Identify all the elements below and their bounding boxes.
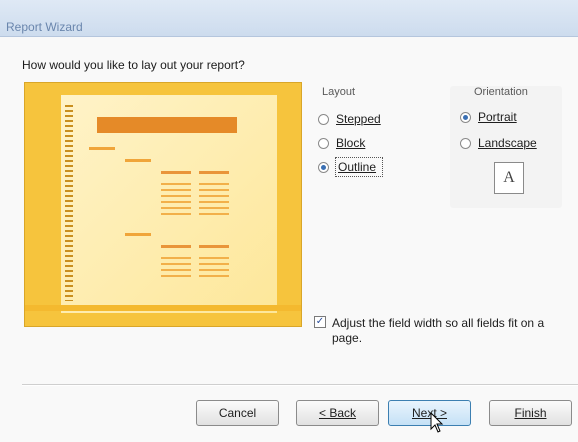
- finish-button[interactable]: Finish: [489, 400, 572, 426]
- wizard-question: How would you like to lay out your repor…: [22, 58, 245, 72]
- orientation-group-label: Orientation: [474, 86, 528, 98]
- layout-group-label: Layout: [322, 86, 356, 98]
- orientation-portrait-radio[interactable]: Portrait: [460, 108, 517, 126]
- radio-circle[interactable]: [318, 137, 329, 149]
- layout-outline-radio[interactable]: Outline: [318, 157, 384, 177]
- portrait-page-icon: A: [494, 162, 524, 194]
- preview-header-bar: [97, 117, 237, 133]
- adjust-field-width-checkbox[interactable]: ✓ Adjust the field width so all fields f…: [314, 316, 570, 346]
- window-title: Report Wizard: [6, 20, 83, 34]
- report-wizard-window: Report Wizard How would you like to lay …: [0, 0, 578, 442]
- preview-page: [61, 95, 277, 313]
- cancel-button-label: Cancel: [218, 406, 257, 420]
- back-button-label: < Back: [318, 406, 357, 420]
- button-separator: [22, 384, 578, 386]
- layout-block-radio[interactable]: Block: [318, 134, 365, 152]
- radio-circle[interactable]: [318, 113, 329, 125]
- orientation-group: Orientation Portrait Landscape A: [450, 86, 562, 208]
- orientation-landscape-label: Landscape: [478, 136, 537, 150]
- layout-stepped-radio[interactable]: Stepped: [318, 110, 381, 128]
- preview-binding: [65, 105, 73, 301]
- cancel-button[interactable]: Cancel: [196, 400, 279, 426]
- mouse-pointer-icon: [430, 412, 444, 433]
- title-bar: Report Wizard: [0, 0, 578, 37]
- layout-group: Layout Stepped Block Outline: [318, 86, 430, 200]
- orientation-landscape-radio[interactable]: Landscape: [460, 134, 537, 152]
- layout-preview-image: [24, 82, 302, 327]
- layout-block-label: Block: [336, 136, 366, 150]
- radio-circle-selected[interactable]: [460, 111, 471, 123]
- finish-button-label: Finish: [514, 406, 547, 420]
- layout-outline-label: Outline: [334, 157, 384, 177]
- checkbox-box[interactable]: ✓: [314, 316, 326, 328]
- adjust-field-width-label: Adjust the field width so all fields fit…: [332, 316, 545, 345]
- layout-stepped-label: Stepped: [336, 112, 381, 126]
- radio-circle-selected[interactable]: [318, 161, 329, 173]
- back-button[interactable]: < Back: [296, 400, 379, 426]
- radio-circle[interactable]: [460, 137, 471, 149]
- orientation-portrait-label: Portrait: [478, 110, 517, 124]
